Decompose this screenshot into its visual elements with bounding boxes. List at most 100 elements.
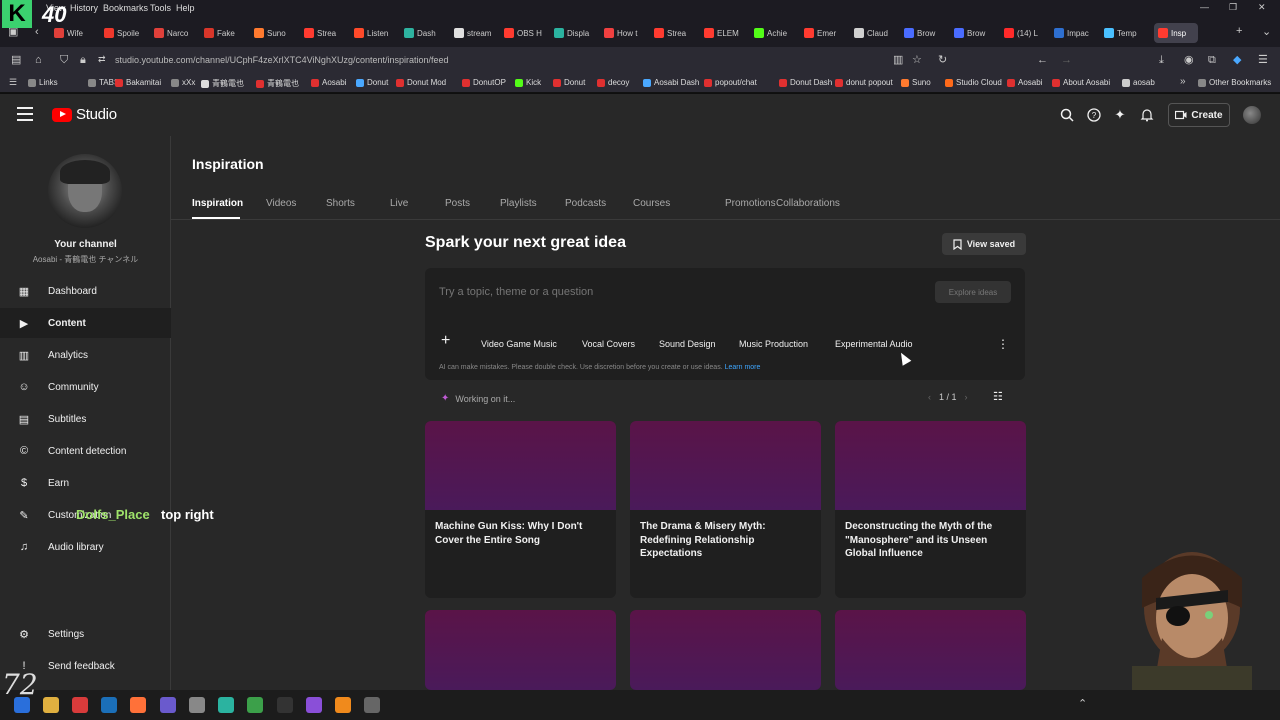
reader-view-icon[interactable]: ▥ (893, 55, 903, 66)
address-bar[interactable]: studio.youtube.com/channel/UCphF4zeXrlXT… (115, 55, 449, 65)
extensions-icon[interactable]: ⧉ (1208, 55, 1216, 66)
notepad-icon[interactable] (247, 697, 263, 713)
bookmark-star-icon[interactable]: ☆ (912, 55, 922, 66)
filter-icon[interactable]: ☷ (993, 390, 1003, 403)
browser-tab[interactable]: Temp (1104, 23, 1148, 43)
restore-icon[interactable]: ❐ (1229, 3, 1237, 12)
browser-tab[interactable]: Displa (554, 23, 598, 43)
steam-icon[interactable] (101, 697, 117, 713)
vlc-icon[interactable] (335, 697, 351, 713)
sidebar-item-subtitles[interactable]: ▤ Subtitles (0, 404, 171, 434)
idea-card[interactable]: Machine Gun Kiss: Why I Don't Cover the … (425, 421, 616, 598)
browser-tab[interactable]: Impac (1054, 23, 1098, 43)
permissions-icon[interactable]: ⇄ (98, 55, 106, 64)
studio-logo[interactable]: Studio (52, 106, 117, 123)
sidebar-item-earn[interactable]: $ Earn (0, 468, 171, 498)
bookmark-item[interactable]: Donut (356, 78, 388, 87)
browser-tab[interactable]: Listen (354, 23, 398, 43)
forward-icon[interactable]: → (1061, 55, 1072, 66)
tab-collaborations[interactable]: Collaborations (776, 198, 840, 209)
browser-tab[interactable]: Dash (404, 23, 448, 43)
idea-card[interactable] (630, 610, 821, 690)
bookmark-item[interactable]: decoy (597, 78, 629, 87)
sidebar-toggle-icon[interactable]: ▤ (11, 55, 21, 66)
more-options-icon[interactable]: ⋮ (997, 338, 1009, 350)
bookmark-item[interactable]: Kick (515, 78, 541, 87)
account-avatar[interactable] (1243, 106, 1261, 124)
bookmark-item[interactable]: About Aosabi (1052, 78, 1110, 87)
new-tab-icon[interactable]: + (1236, 26, 1242, 37)
messenger-icon[interactable] (160, 697, 176, 713)
minimize-icon[interactable]: — (1200, 3, 1209, 12)
sidebar-item-community[interactable]: ☺ Community (0, 372, 171, 402)
topic-chip[interactable]: Experimental Audio (835, 339, 913, 349)
start-icon[interactable] (14, 697, 30, 713)
bookmark-item[interactable]: Aosabi Dash (643, 78, 699, 87)
browser-tab[interactable]: (14) L (1004, 23, 1048, 43)
tab-videos[interactable]: Videos (266, 198, 296, 209)
bookmark-item[interactable]: Aosabi (311, 78, 346, 87)
sidebar-item-dashboard[interactable]: ▦ Dashboard (0, 276, 171, 306)
browser-tab[interactable]: Suno (254, 23, 298, 43)
next-page-icon[interactable]: › (965, 392, 968, 402)
create-button[interactable]: Create (1168, 103, 1230, 127)
browser-tab[interactable]: Narco (154, 23, 198, 43)
prev-page-icon[interactable]: ‹ (928, 392, 931, 402)
bookmarks-overflow-icon[interactable]: » (1180, 77, 1186, 87)
topic-chip[interactable]: Vocal Covers (582, 339, 635, 349)
tray-chevron-icon[interactable]: ⌃ (1078, 699, 1087, 710)
topic-chip[interactable]: Music Production (739, 339, 808, 349)
tab-playlists[interactable]: Playlists (500, 198, 537, 209)
tab-overflow-icon[interactable]: ⌄ (1262, 27, 1271, 38)
idea-card[interactable] (425, 610, 616, 690)
reload-icon[interactable]: ↻ (938, 55, 947, 66)
browser-tab[interactable]: Insp (1154, 23, 1198, 43)
menu-tools[interactable]: Tools (150, 3, 171, 13)
bookmark-menu-icon[interactable]: ☰ (9, 78, 17, 87)
idea-search-input[interactable] (439, 286, 919, 298)
app-icon-3[interactable] (218, 697, 234, 713)
idea-card[interactable] (835, 610, 1026, 690)
tab-inspiration[interactable]: Inspiration (192, 198, 243, 209)
home-icon[interactable]: ⌂ (35, 55, 42, 66)
topic-chip[interactable]: Video Game Music (481, 339, 557, 349)
explore-ideas-button[interactable]: Explore ideas (935, 281, 1011, 303)
idea-card[interactable]: Deconstructing the Myth of the "Manosphe… (835, 421, 1026, 598)
browser-tab[interactable]: Strea (654, 23, 698, 43)
browser-tab[interactable]: Claud (854, 23, 898, 43)
bookmark-item[interactable]: Donut Dash (779, 78, 832, 87)
bookmark-item[interactable]: Links (28, 78, 58, 87)
menu-help[interactable]: Help (176, 3, 195, 13)
tab-podcasts[interactable]: Podcasts (565, 198, 606, 209)
idea-card[interactable]: The Drama & Misery Myth: Redefining Rela… (630, 421, 821, 598)
app-icon-4[interactable] (277, 697, 293, 713)
browser-tab[interactable]: Strea (304, 23, 348, 43)
bookmark-item[interactable]: donut popout (835, 78, 893, 87)
browser-tab[interactable]: Emer (804, 23, 848, 43)
firefox-icon[interactable] (130, 697, 146, 713)
lock-icon[interactable]: 🔒︎ (80, 55, 86, 66)
sidebar-item-content[interactable]: ▶ Content (0, 308, 171, 338)
downloads-icon[interactable]: ⤓ (1159, 55, 1164, 66)
browser-tab[interactable]: How t (604, 23, 648, 43)
extension-icon[interactable]: ◆ (1233, 55, 1241, 66)
bookmark-item[interactable]: Donut (553, 78, 585, 87)
tab-live[interactable]: Live (390, 198, 408, 209)
sparkle-icon[interactable]: ✦ (1112, 107, 1128, 123)
bookmark-item[interactable]: Aosabi (1007, 78, 1042, 87)
bookmark-item[interactable]: aosab (1122, 78, 1155, 87)
sidebar-item-settings[interactable]: ⚙ Settings (0, 619, 171, 649)
sidebar-item-analytics[interactable]: ▥ Analytics (0, 340, 171, 370)
browser-tab[interactable]: Fake (204, 23, 248, 43)
account-icon[interactable]: ◉ (1184, 55, 1194, 66)
app-icon[interactable] (72, 697, 88, 713)
menu-bookmarks[interactable]: Bookmarks (103, 3, 148, 13)
sidebar-item-audio-library[interactable]: ♫ Audio library (0, 532, 171, 562)
topic-chip[interactable]: Sound Design (659, 339, 716, 349)
browser-tab[interactable]: ELEM (704, 23, 748, 43)
search-icon[interactable] (1059, 107, 1075, 123)
bookmark-item[interactable]: Bakamitai (115, 78, 161, 87)
browser-tab[interactable]: Brow (954, 23, 998, 43)
app-icon-6[interactable] (364, 697, 380, 713)
sidebar-item-content-detection[interactable]: © Content detection (0, 436, 171, 466)
